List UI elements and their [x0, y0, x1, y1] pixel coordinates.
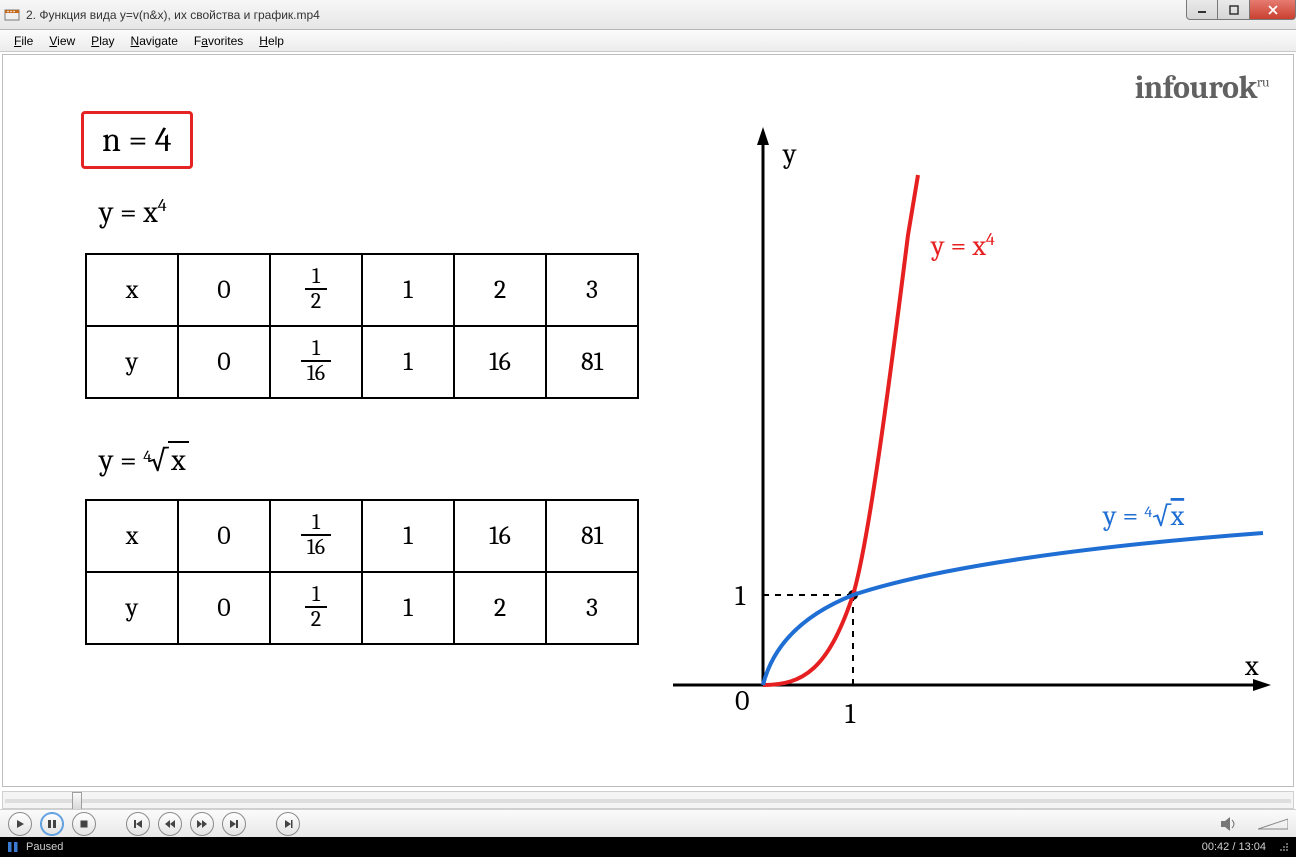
minimize-button[interactable] — [1186, 0, 1218, 20]
pause-button[interactable] — [40, 812, 64, 836]
menu-file[interactable]: File — [6, 32, 41, 50]
y-tick-1: 1 — [735, 580, 746, 612]
table-cell: 81 — [546, 326, 638, 398]
y-axis-label: y — [782, 138, 797, 170]
next-button[interactable] — [222, 812, 246, 836]
table-cell: 0 — [178, 500, 270, 572]
table-cell: 1 — [362, 500, 454, 572]
seek-thumb[interactable] — [72, 792, 82, 810]
table-cell: 2 — [454, 254, 546, 326]
menu-play[interactable]: Play — [83, 32, 122, 50]
red-curve-label: y = x4 — [930, 229, 995, 262]
table-cell: y — [86, 326, 178, 398]
table-cell: 12 — [270, 254, 362, 326]
window-title: 2. Функция вида y=v(n&x), их свойства и … — [26, 8, 320, 22]
seek-track — [5, 799, 1291, 803]
status-bar: Paused 00:42 / 13:04 — [0, 837, 1296, 857]
rewind-button[interactable] — [158, 812, 182, 836]
close-button[interactable] — [1250, 0, 1296, 20]
previous-button[interactable] — [126, 812, 150, 836]
origin-label: 0 — [735, 685, 749, 717]
table-root4: x011611681y012123 — [85, 499, 639, 645]
stop-button[interactable] — [72, 812, 96, 836]
table-cell: 3 — [546, 254, 638, 326]
slide: infourokru n = 4 y = x4 y = 4√x x012123y… — [3, 55, 1293, 786]
watermark-logo: infourokru — [1135, 69, 1269, 106]
table-cell: 16 — [454, 500, 546, 572]
table-cell: 2 — [454, 572, 546, 644]
step-button[interactable] — [276, 812, 300, 836]
table-cell: 0 — [178, 572, 270, 644]
x-axis-label: x — [1244, 650, 1259, 682]
watermark-text: infourok — [1135, 69, 1257, 106]
table-cell: 16 — [454, 326, 546, 398]
menu-bar: File View Play Navigate Favorites Help — [0, 30, 1296, 52]
table-cell: 1 — [362, 254, 454, 326]
equation-1: y = x4 — [99, 195, 167, 230]
title-bar: 2. Функция вида y=v(n&x), их свойства и … — [0, 0, 1296, 30]
forward-button[interactable] — [190, 812, 214, 836]
grip-icon — [1276, 839, 1290, 856]
table-cell: x — [86, 500, 178, 572]
table-cell: 81 — [546, 500, 638, 572]
status-icon — [6, 840, 20, 854]
blue-curve-label: y = 4√x — [1102, 500, 1185, 532]
playback-controls — [0, 809, 1296, 837]
n-value-box: n = 4 — [81, 111, 193, 169]
table-cell: x — [86, 254, 178, 326]
maximize-button[interactable] — [1218, 0, 1250, 20]
table-cell: y — [86, 572, 178, 644]
table-cell: 116 — [270, 326, 362, 398]
table-cell: 1 — [362, 572, 454, 644]
menu-navigate[interactable]: Navigate — [123, 32, 186, 50]
volume-slider[interactable] — [1258, 817, 1288, 831]
table-cell: 3 — [546, 572, 638, 644]
menu-help[interactable]: Help — [251, 32, 292, 50]
menu-favorites[interactable]: Favorites — [186, 32, 251, 50]
table-cell: 0 — [178, 254, 270, 326]
equation-2: y = 4√x — [99, 443, 189, 478]
function-graph: y x 0 1 1 y = x4 y = 4√x — [663, 115, 1273, 745]
seek-bar[interactable] — [2, 791, 1294, 809]
x-tick-1: 1 — [845, 698, 856, 730]
app-icon — [4, 7, 20, 23]
status-text: Paused — [26, 841, 63, 853]
volume-icon[interactable] — [1220, 816, 1240, 832]
table-cell: 1 — [362, 326, 454, 398]
playback-time: 00:42 / 13:04 — [1202, 841, 1266, 853]
window-controls — [1186, 0, 1296, 20]
table-x4: x012123y011611681 — [85, 253, 639, 399]
video-area[interactable]: infourokru n = 4 y = x4 y = 4√x x012123y… — [2, 54, 1294, 787]
table-cell: 12 — [270, 572, 362, 644]
menu-view[interactable]: View — [41, 32, 83, 50]
watermark-suffix: ru — [1257, 73, 1269, 90]
table-cell: 0 — [178, 326, 270, 398]
table-cell: 116 — [270, 500, 362, 572]
play-button[interactable] — [8, 812, 32, 836]
